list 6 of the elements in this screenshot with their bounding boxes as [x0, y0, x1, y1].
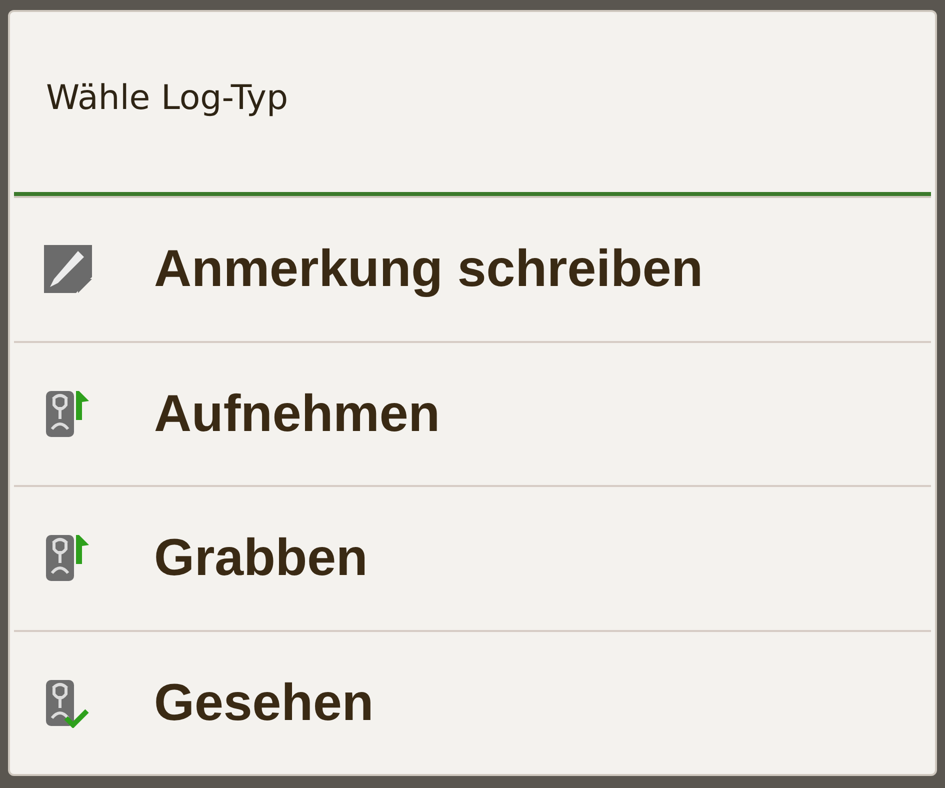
menu-item[interactable]: Gesehen — [154, 672, 374, 733]
dialog-title: Wähle Log-Typ — [45, 77, 290, 120]
menu-item[interactable]: Anmerkung schreiben — [154, 239, 704, 300]
menu-item[interactable]: Grabben — [154, 528, 368, 588]
menu-item[interactable]: Aufnehmen — [154, 384, 440, 444]
pencil-icon — [44, 245, 92, 294]
